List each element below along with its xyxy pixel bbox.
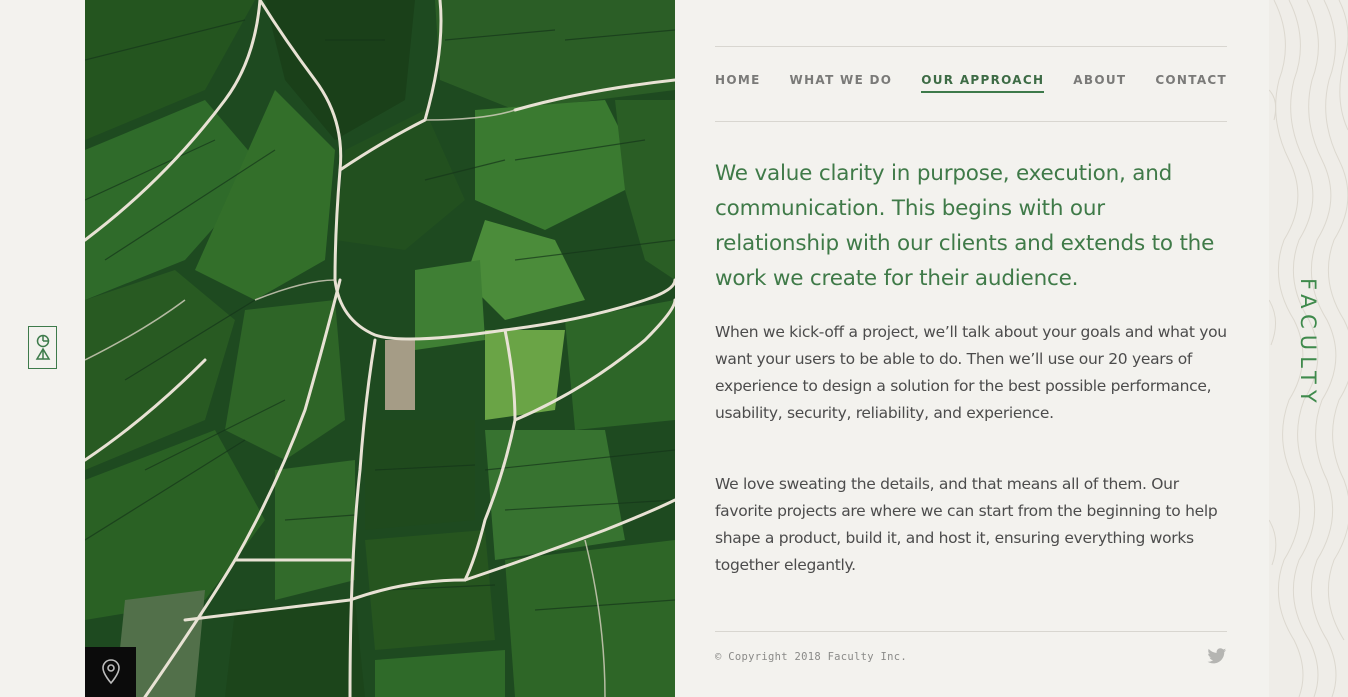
brand-wordmark[interactable]: FACULTY xyxy=(1296,278,1320,409)
aerial-farmland-image xyxy=(85,0,675,697)
nav-our-approach[interactable]: OUR APPROACH xyxy=(921,73,1045,93)
body-paragraph-1: When we kick-off a project, we’ll talk a… xyxy=(715,323,1227,422)
main-content: HOME WHAT WE DO OUR APPROACH ABOUT CONTA… xyxy=(715,0,1227,697)
nav-what-we-do[interactable]: WHAT WE DO xyxy=(790,73,893,93)
nav-contact[interactable]: CONTACT xyxy=(1155,73,1227,93)
nav-bottom-divider xyxy=(715,121,1227,122)
body-paragraph-2: We love sweating the details, and that m… xyxy=(715,475,1218,574)
lead-paragraph: We value clarity in purpose, execution, … xyxy=(715,161,1215,291)
faculty-logo-icon[interactable] xyxy=(28,326,57,369)
nav-about[interactable]: ABOUT xyxy=(1073,73,1126,93)
location-pin-button[interactable] xyxy=(85,647,136,697)
main-nav: HOME WHAT WE DO OUR APPROACH ABOUT CONTA… xyxy=(715,73,1227,93)
nav-top-divider xyxy=(715,46,1227,47)
location-pin-icon xyxy=(101,659,120,685)
nav-home[interactable]: HOME xyxy=(715,73,761,93)
footer-divider xyxy=(715,631,1227,632)
copyright-text: © Copyright 2018 Faculty Inc. xyxy=(715,651,908,663)
twitter-icon[interactable] xyxy=(1207,648,1227,669)
